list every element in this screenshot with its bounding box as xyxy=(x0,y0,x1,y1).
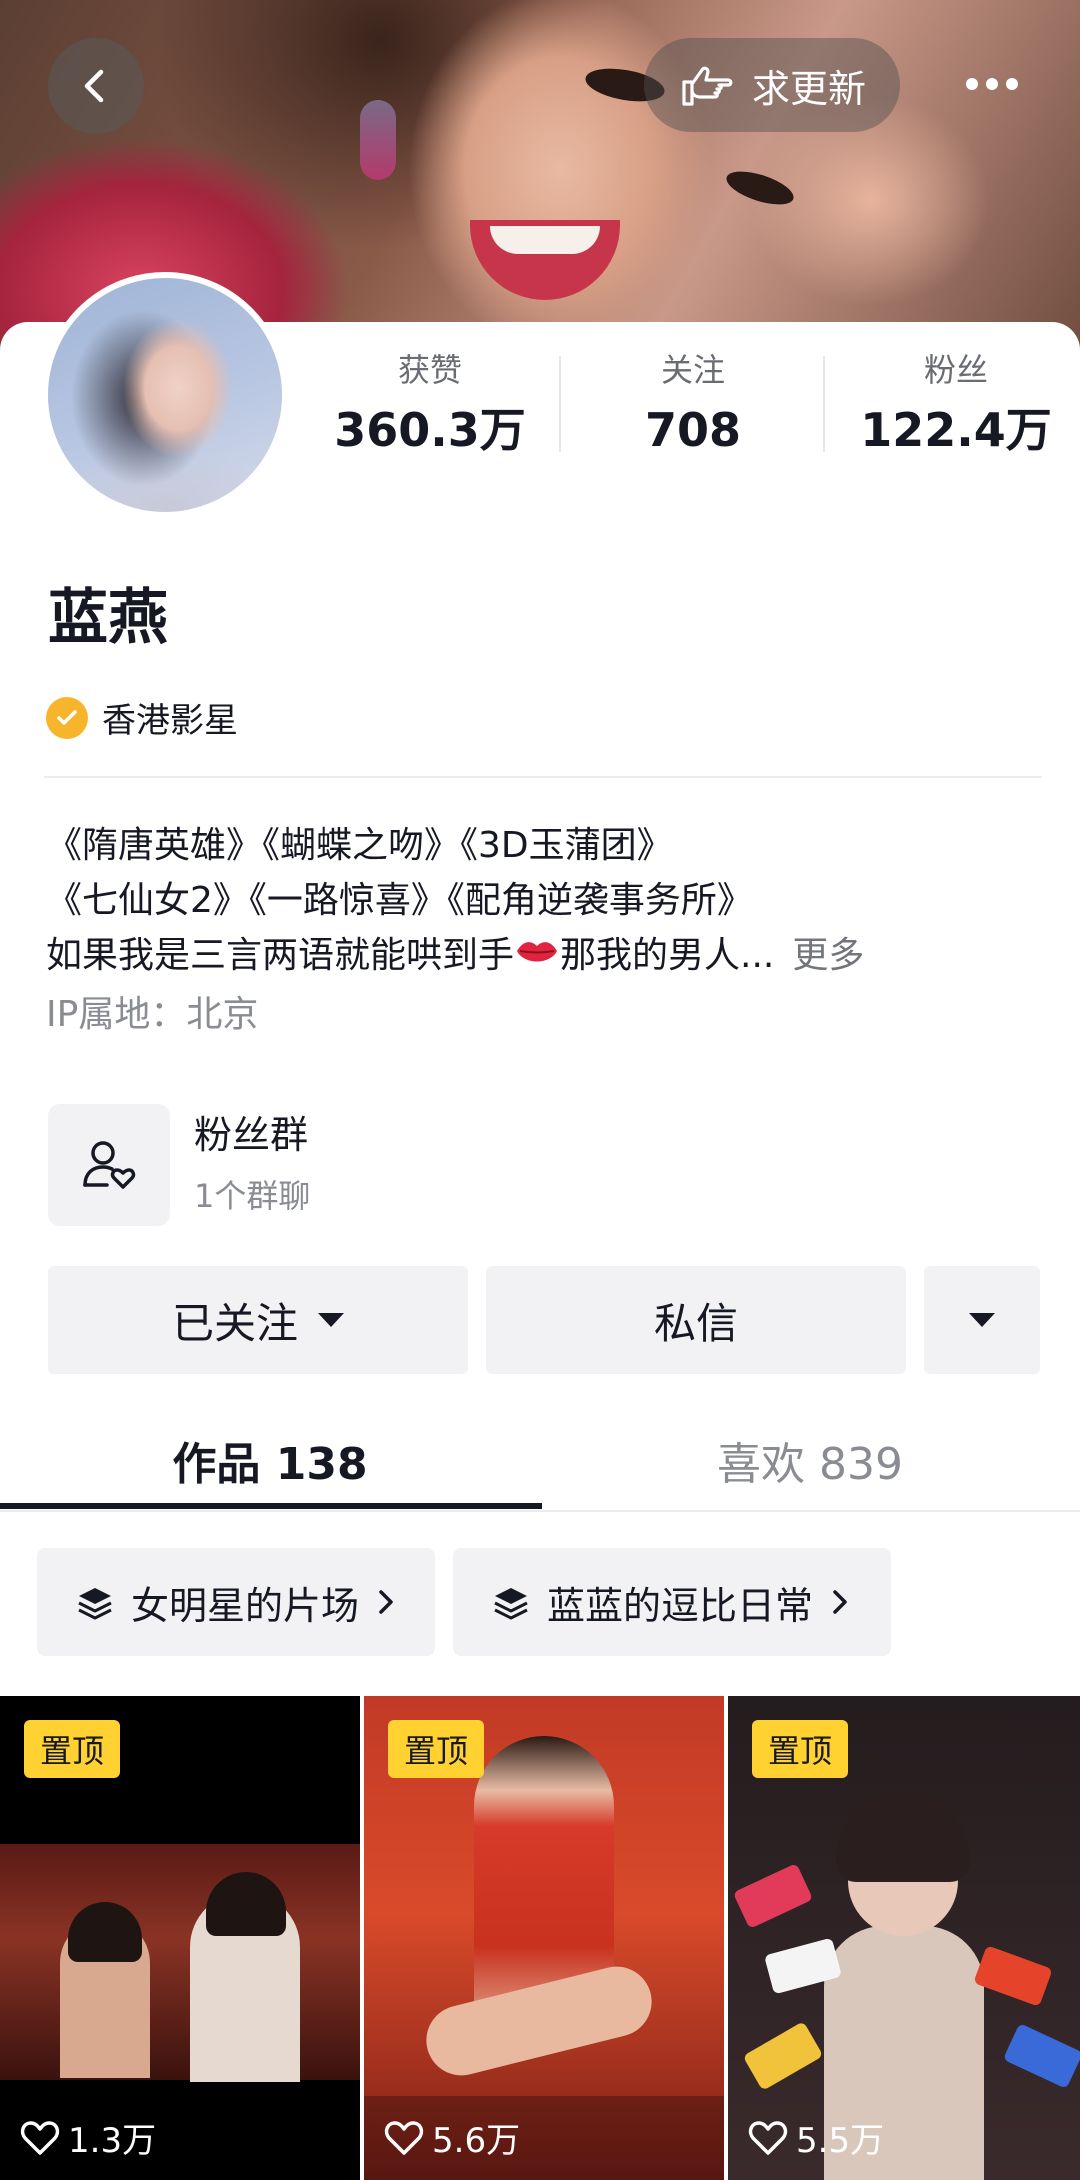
pinned-badge: 置顶 xyxy=(24,1720,120,1778)
bio-text: 如果我是三言两语就能哄到手 xyxy=(46,935,515,976)
cover-eye xyxy=(722,164,798,212)
video-grid: 置顶 1.3万 置顶 5.6万 置顶 5.5万 xyxy=(0,1696,1080,2180)
stat-following[interactable]: 关注 708 xyxy=(563,350,823,460)
video-likes-count: 1.3万 xyxy=(68,2121,157,2161)
following-label: 已关注 xyxy=(171,1298,298,1348)
thumbnail-scene xyxy=(0,1844,360,2080)
profile-name: 蓝燕 xyxy=(48,583,168,653)
verification-row: 香港影星 xyxy=(46,693,238,742)
cover-teeth xyxy=(490,226,600,254)
stat-likes[interactable]: 获赞 360.3万 xyxy=(300,350,560,460)
thumbnail-microphone xyxy=(973,1945,1053,2007)
video-likes: 5.6万 xyxy=(384,2113,520,2162)
following-button[interactable]: 已关注 xyxy=(48,1266,468,1374)
stat-followers-value: 122.4万 xyxy=(860,403,1052,457)
video-thumbnail[interactable]: 置顶 5.6万 xyxy=(364,1696,724,2180)
stat-divider xyxy=(823,356,825,452)
heart-icon xyxy=(748,2120,788,2155)
back-button[interactable] xyxy=(48,38,144,134)
more-options-button[interactable] xyxy=(944,44,1040,124)
active-tab-indicator xyxy=(0,1503,542,1509)
request-update-label: 求更新 xyxy=(751,66,866,111)
stat-likes-value: 360.3万 xyxy=(334,403,526,457)
thumbnail-microphone xyxy=(732,1863,814,1929)
video-thumbnail[interactable]: 置顶 5.5万 xyxy=(728,1696,1080,2180)
stat-following-value: 708 xyxy=(644,403,742,457)
collection-label: 蓝蓝的逗比日常 xyxy=(547,1583,814,1628)
thumbnail-figure xyxy=(836,1792,970,1882)
video-likes: 5.5万 xyxy=(748,2113,884,2162)
video-likes-count: 5.6万 xyxy=(432,2121,521,2161)
verified-label: 香港影星 xyxy=(102,701,238,741)
recommend-dropdown-button[interactable] xyxy=(924,1266,1040,1374)
video-thumbnail[interactable]: 置顶 1.3万 xyxy=(0,1696,360,2180)
thumbnail-microphone xyxy=(742,2021,824,2091)
pinned-badge: 置顶 xyxy=(388,1720,484,1778)
collection-stack-icon xyxy=(494,1588,528,1620)
video-likes-count: 5.5万 xyxy=(796,2121,885,2161)
fan-group-entry[interactable]: 粉丝群 1个群聊 xyxy=(48,1104,748,1226)
bio-line: 《隋唐英雄》《蝴蝶之吻》《3D玉蒲团》 xyxy=(46,825,673,866)
profile-tabs: 作品 138 喜欢 839 xyxy=(0,1410,1080,1510)
stat-following-label: 关注 xyxy=(660,351,725,389)
stat-followers[interactable]: 粉丝 122.4万 xyxy=(826,350,1080,460)
chevron-right-icon xyxy=(833,1590,847,1614)
tabs-divider xyxy=(0,1510,1080,1512)
stat-likes-label: 获赞 xyxy=(397,351,462,389)
heart-icon xyxy=(20,2120,60,2155)
bio-more-link[interactable]: 更多 xyxy=(792,935,864,976)
tab-works[interactable]: 作品 138 xyxy=(0,1410,540,1510)
chevron-left-icon xyxy=(84,69,104,103)
request-update-button[interactable]: 求更新 xyxy=(644,38,900,132)
pointing-hand-icon xyxy=(682,66,733,106)
ip-location: IP属地：北京 xyxy=(46,994,259,1035)
more-horizontal-icon xyxy=(966,78,978,90)
verified-badge-icon xyxy=(46,696,88,739)
collection-chip[interactable]: 蓝蓝的逗比日常 xyxy=(453,1548,891,1656)
collection-label: 女明星的片场 xyxy=(131,1583,360,1628)
caret-down-icon xyxy=(969,1313,995,1327)
bio-line: 《七仙女2》《一路惊喜》《配角逆袭事务所》 xyxy=(46,880,753,921)
profile-bio[interactable]: 《隋唐英雄》《蝴蝶之吻》《3D玉蒲团》 《七仙女2》《一路惊喜》《配角逆袭事务所… xyxy=(46,818,1046,983)
stat-divider xyxy=(559,356,561,452)
bio-text: 那我的男人... xyxy=(560,935,775,976)
chevron-right-icon xyxy=(379,1590,393,1614)
message-button[interactable]: 私信 xyxy=(486,1266,906,1374)
message-label: 私信 xyxy=(653,1298,738,1348)
more-dot xyxy=(986,78,998,90)
bio-line: 如果我是三言两语就能哄到手 那我的男人... 更多 xyxy=(46,928,1046,983)
kiss-lips-icon xyxy=(517,942,558,962)
video-likes: 1.3万 xyxy=(20,2113,156,2162)
pinned-badge: 置顶 xyxy=(752,1720,848,1778)
more-dot xyxy=(1006,78,1018,90)
thumbnail-microphone xyxy=(1002,2023,1080,2089)
fan-group-icon xyxy=(48,1104,170,1226)
tab-likes[interactable]: 喜欢 839 xyxy=(540,1410,1080,1510)
profile-stats: 获赞 360.3万 关注 708 粉丝 122.4万 xyxy=(300,350,1080,460)
caret-down-icon xyxy=(318,1313,344,1327)
divider xyxy=(44,776,1042,778)
cover-earring xyxy=(360,100,396,180)
stat-followers-label: 粉丝 xyxy=(923,351,988,389)
avatar[interactable] xyxy=(42,272,288,518)
fan-group-title: 粉丝群 xyxy=(194,1113,309,1157)
heart-icon xyxy=(384,2120,424,2155)
fan-group-subtitle: 1个群聊 xyxy=(194,1177,311,1215)
collection-stack-icon xyxy=(78,1588,112,1620)
collection-chip[interactable]: 女明星的片场 xyxy=(37,1548,435,1656)
